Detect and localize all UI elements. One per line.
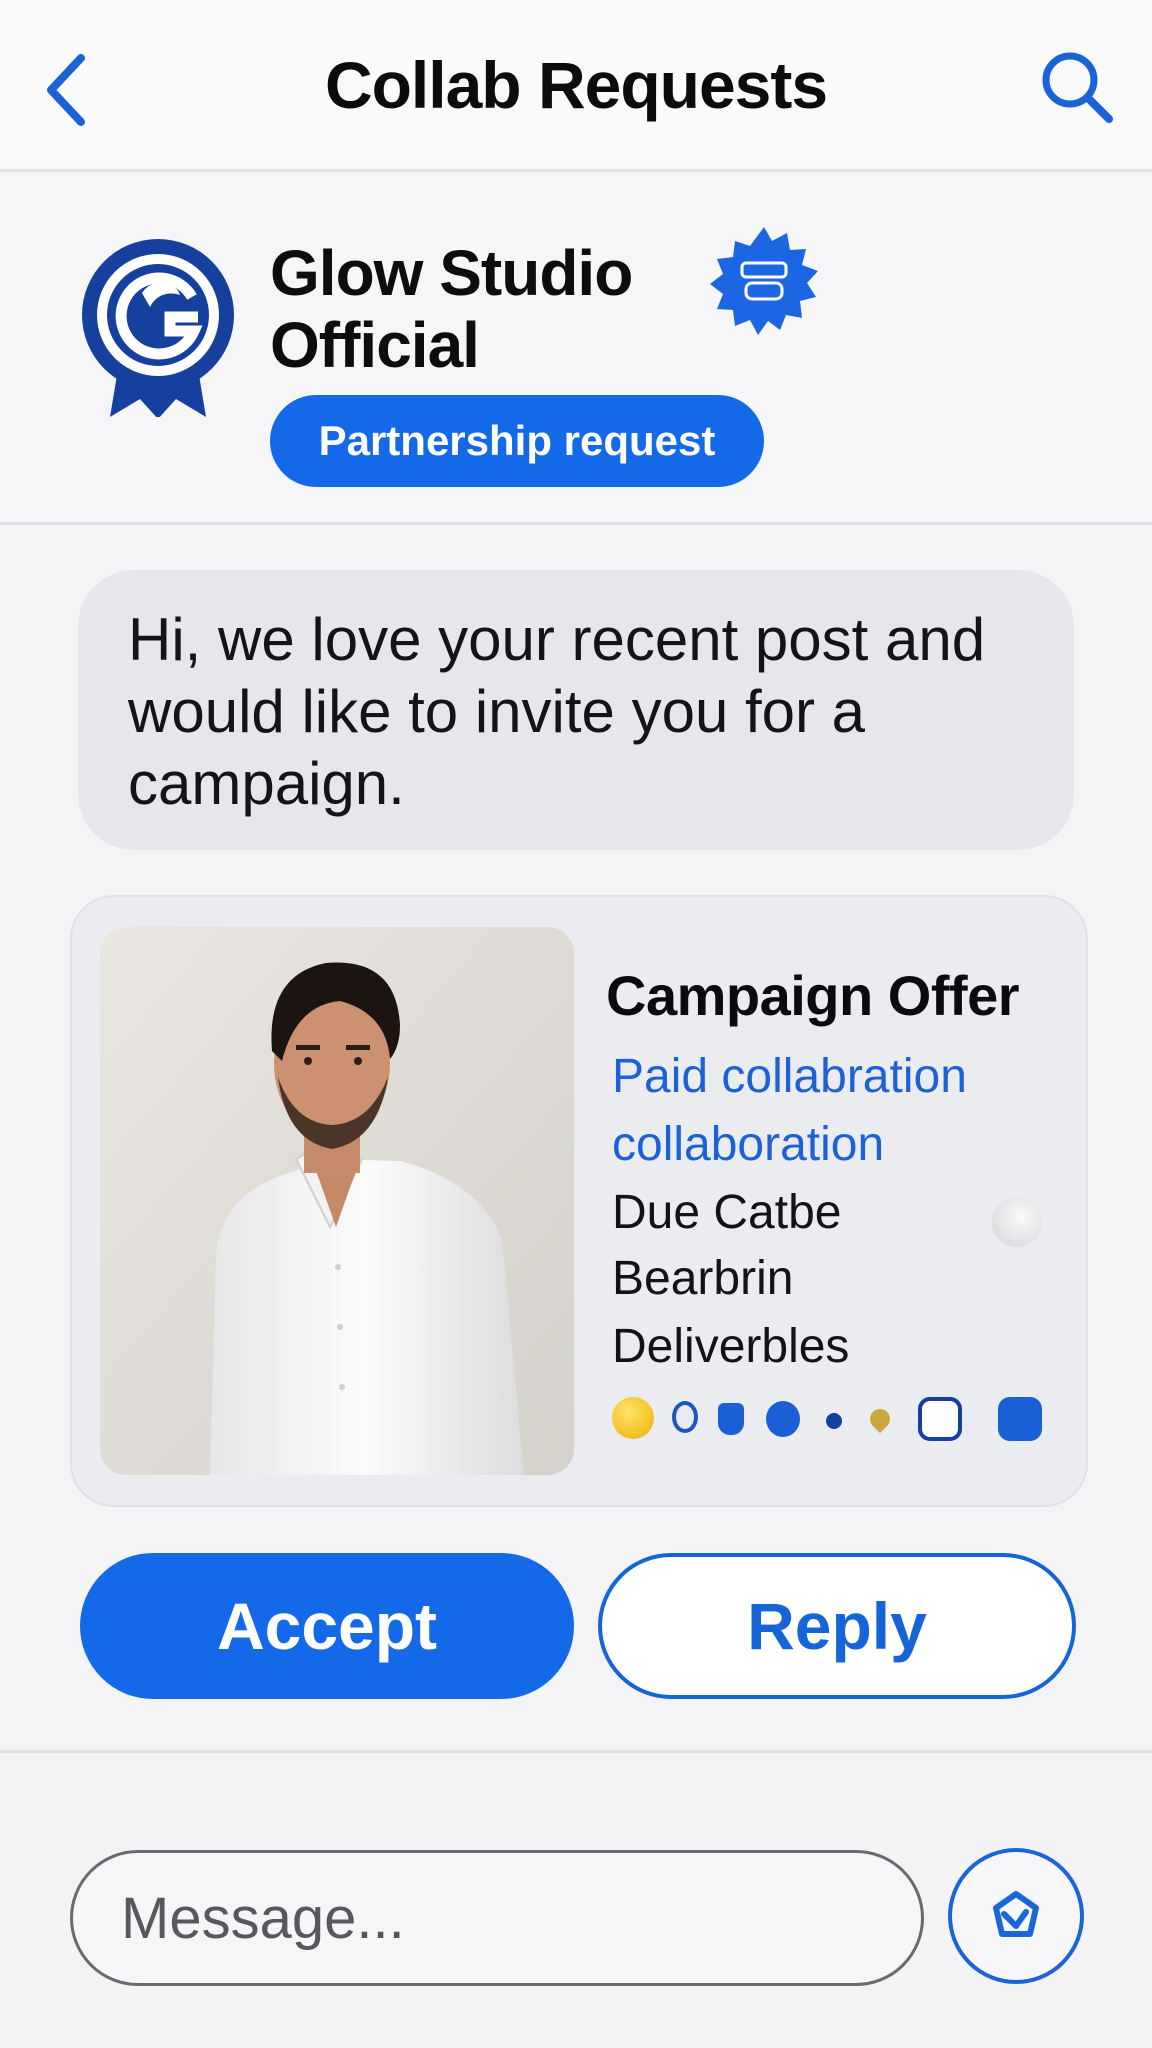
- message-composer: [0, 1750, 1152, 2048]
- partnership-request-badge: Partnership request: [270, 395, 764, 487]
- send-button[interactable]: [948, 1848, 1084, 1984]
- dot-icon: [826, 1413, 842, 1429]
- send-icon: [993, 1891, 1039, 1937]
- chevron-left-icon: [47, 54, 85, 126]
- offer-line-2: collaboration: [612, 1118, 885, 1171]
- search-button[interactable]: [1032, 42, 1122, 132]
- yellow-ball-icon: [612, 1397, 654, 1439]
- sender-profile: Glow Studio Official Partnership request: [0, 175, 1152, 525]
- mic-icon: [672, 1401, 698, 1433]
- campaign-offer-card[interactable]: Campaign Offer Paid collabration collabo…: [70, 895, 1088, 1507]
- radio-indicator[interactable]: [992, 1197, 1042, 1247]
- cup-icon: [718, 1403, 744, 1435]
- page-title: Collab Requests: [324, 47, 828, 122]
- brand-logo[interactable]: [80, 237, 236, 417]
- top-nav-bar: Collab Requests: [0, 0, 1152, 172]
- campaign-offer-title: Campaign Offer: [606, 964, 1020, 1027]
- message-bubble: Hi, we love your recent post and would l…: [78, 570, 1074, 850]
- offer-line-5: Deliverbles: [612, 1320, 850, 1373]
- message-input[interactable]: [70, 1850, 924, 1986]
- heart-icon: [865, 1404, 895, 1434]
- accept-button[interactable]: Accept: [80, 1553, 574, 1699]
- collab-requests-screen: Collab Requests Glow Studio Official Par…: [0, 0, 1152, 2048]
- offer-line-3: Due Catbe: [612, 1186, 842, 1239]
- search-icon: [1042, 52, 1113, 123]
- deliverable-icons-row: [612, 1397, 1072, 1447]
- verified-badge-icon: [710, 227, 818, 335]
- sender-name: Glow Studio Official: [270, 237, 633, 381]
- image-frame-icon: [918, 1397, 962, 1441]
- camera-icon: [998, 1397, 1042, 1441]
- back-button[interactable]: [30, 45, 100, 135]
- reply-button[interactable]: Reply: [598, 1553, 1076, 1699]
- blob-icon: [766, 1401, 800, 1437]
- offer-line-4: Bearbrin: [612, 1252, 794, 1305]
- offer-line-1: Paid collabration: [612, 1050, 967, 1103]
- creator-photo: [100, 927, 574, 1475]
